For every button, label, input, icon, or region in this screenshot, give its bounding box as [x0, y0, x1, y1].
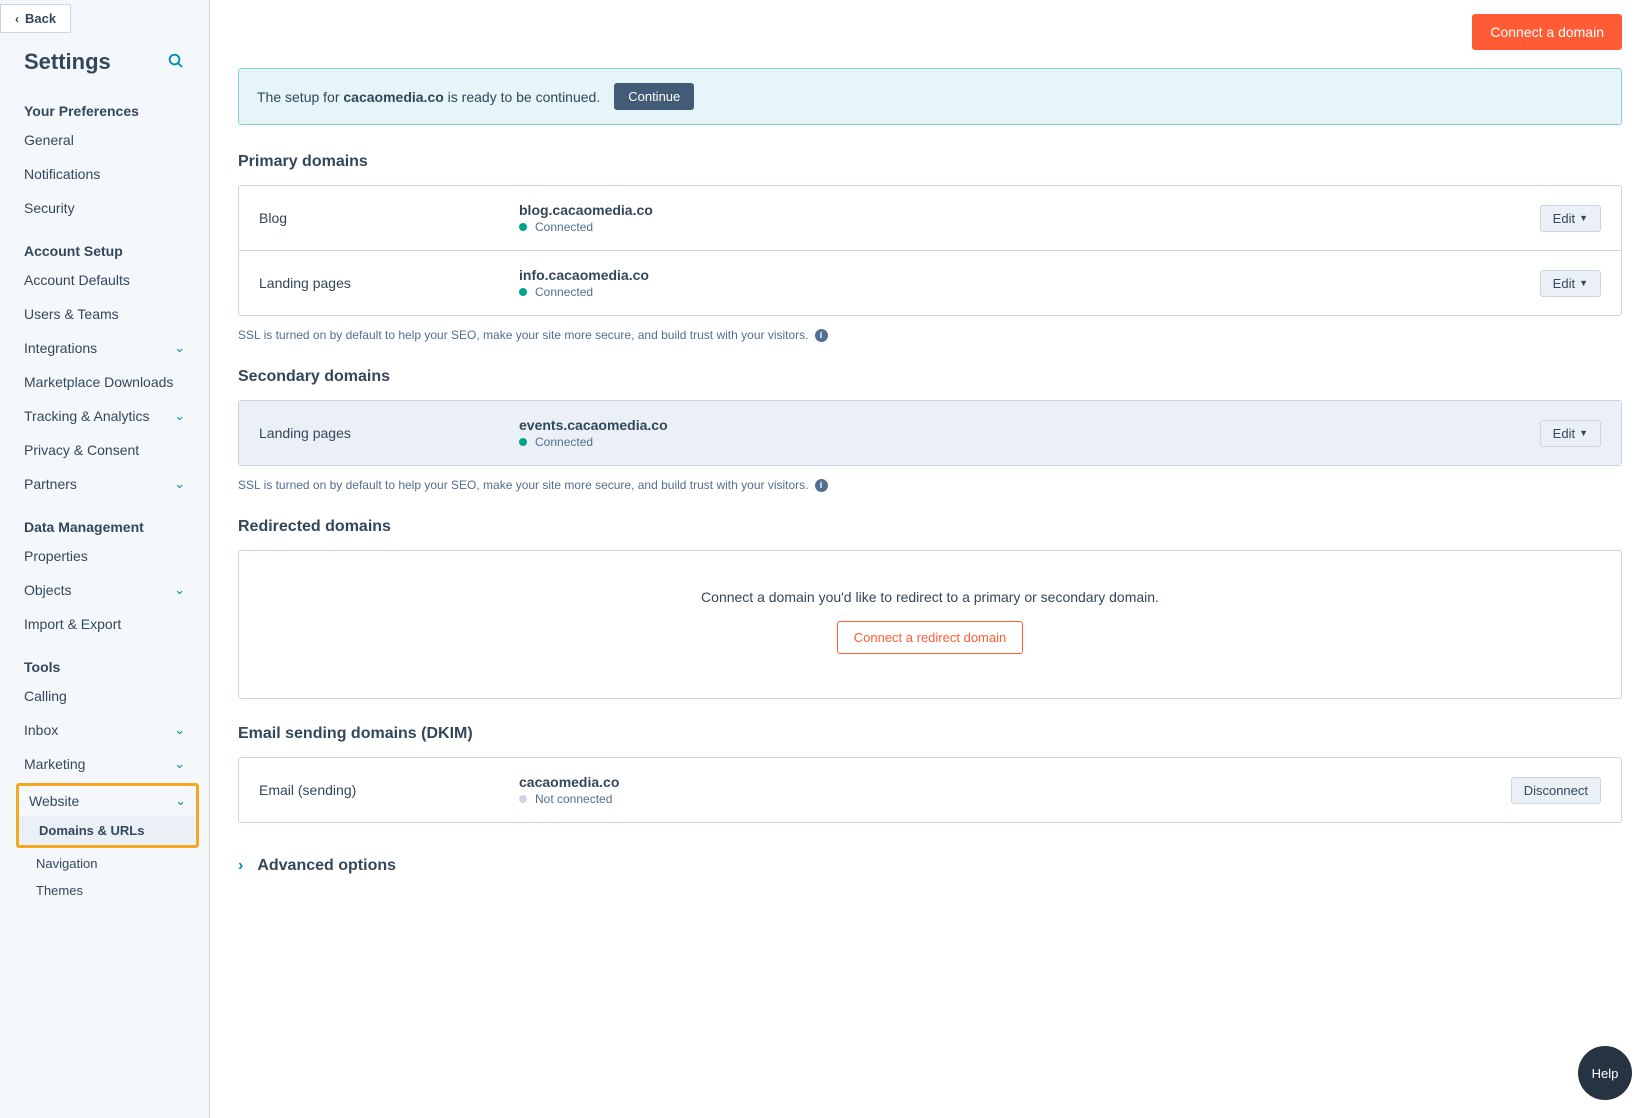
chevron-down-icon: ⌄	[175, 793, 186, 809]
secondary-domains-panel: Landing pages events.cacaomedia.co Conne…	[238, 400, 1622, 466]
search-icon[interactable]	[167, 52, 185, 73]
nav-calling[interactable]: Calling	[0, 679, 209, 713]
status-dot-icon	[519, 795, 527, 803]
edit-domain-button[interactable]: Edit▼	[1540, 270, 1601, 297]
nav-marketplace-downloads[interactable]: Marketplace Downloads	[0, 365, 209, 399]
domain-row: Landing pages events.cacaomedia.co Conne…	[239, 401, 1621, 465]
nav-marketing[interactable]: Marketing⌄	[0, 747, 209, 781]
edit-domain-button[interactable]: Edit▼	[1540, 205, 1601, 232]
row-type-label: Landing pages	[259, 425, 509, 441]
nav-users-teams[interactable]: Users & Teams	[0, 297, 209, 331]
nav-section-data-management: Data Management	[0, 501, 209, 539]
nav-privacy-consent[interactable]: Privacy & Consent	[0, 433, 209, 467]
ssl-helper-text: SSL is turned on by default to help your…	[238, 478, 1622, 492]
chevron-down-icon: ⌄	[174, 722, 185, 738]
nav-navigation[interactable]: Navigation	[0, 850, 209, 877]
nav-inbox[interactable]: Inbox⌄	[0, 713, 209, 747]
nav-account-defaults[interactable]: Account Defaults	[0, 263, 209, 297]
back-button[interactable]: ‹ Back	[0, 4, 71, 33]
settings-sidebar: ‹ Back Settings Your Preferences General…	[0, 0, 210, 1118]
nav-tracking-analytics[interactable]: Tracking & Analytics⌄	[0, 399, 209, 433]
connect-domain-button[interactable]: Connect a domain	[1472, 14, 1622, 50]
chevron-down-icon: ⌄	[174, 756, 185, 772]
help-fab-button[interactable]: Help	[1578, 1046, 1632, 1100]
row-type-label: Blog	[259, 210, 509, 226]
nav-notifications[interactable]: Notifications	[0, 157, 209, 191]
status-text: Not connected	[535, 792, 612, 806]
nav-section-tools: Tools	[0, 641, 209, 679]
caret-down-icon: ▼	[1579, 278, 1588, 288]
status-dot-icon	[519, 288, 527, 296]
nav-section-account-setup: Account Setup	[0, 225, 209, 263]
domain-row: Email (sending) cacaomedia.co Not connec…	[239, 758, 1621, 822]
chevron-down-icon: ⌄	[174, 476, 185, 492]
page-title: Settings	[24, 49, 111, 75]
caret-down-icon: ▼	[1579, 213, 1588, 223]
chevron-down-icon: ⌄	[174, 582, 185, 598]
caret-down-icon: ▼	[1579, 428, 1588, 438]
redirected-empty-text: Connect a domain you'd like to redirect …	[259, 589, 1601, 605]
row-domain-name: cacaomedia.co	[519, 774, 1501, 790]
connect-redirect-domain-button[interactable]: Connect a redirect domain	[837, 621, 1023, 654]
nav-properties[interactable]: Properties	[0, 539, 209, 573]
secondary-domains-heading: Secondary domains	[238, 368, 1622, 386]
row-domain-name: blog.cacaomedia.co	[519, 202, 1530, 218]
status-dot-icon	[519, 223, 527, 231]
main-content: Connect a domain The setup for cacaomedi…	[210, 0, 1650, 1118]
nav-website[interactable]: Website⌄	[19, 786, 196, 816]
nav-domains-urls[interactable]: Domains & URLs	[19, 816, 196, 845]
nav-objects[interactable]: Objects⌄	[0, 573, 209, 607]
advanced-options-toggle[interactable]: › Advanced options	[238, 857, 1622, 875]
redirected-domains-panel: Connect a domain you'd like to redirect …	[238, 550, 1622, 699]
banner-text: The setup for cacaomedia.co is ready to …	[257, 89, 600, 105]
nav-section-preferences: Your Preferences	[0, 85, 209, 123]
edit-domain-button[interactable]: Edit▼	[1540, 420, 1601, 447]
row-domain-name: events.cacaomedia.co	[519, 417, 1530, 433]
chevron-down-icon: ⌄	[174, 340, 185, 356]
chevron-right-icon: ›	[238, 857, 243, 875]
status-dot-icon	[519, 438, 527, 446]
domain-row: Landing pages info.cacaomedia.co Connect…	[239, 251, 1621, 315]
website-highlight-box: Website⌄ Domains & URLs	[16, 783, 199, 848]
email-domains-panel: Email (sending) cacaomedia.co Not connec…	[238, 757, 1622, 823]
chevron-down-icon: ⌄	[174, 408, 185, 424]
redirected-domains-heading: Redirected domains	[238, 518, 1622, 536]
row-domain-name: info.cacaomedia.co	[519, 267, 1530, 283]
info-icon[interactable]: i	[815, 329, 828, 342]
continue-setup-button[interactable]: Continue	[614, 83, 694, 110]
ssl-helper-text: SSL is turned on by default to help your…	[238, 328, 1622, 342]
nav-partners[interactable]: Partners⌄	[0, 467, 209, 501]
setup-continue-banner: The setup for cacaomedia.co is ready to …	[238, 68, 1622, 125]
chevron-left-icon: ‹	[15, 12, 19, 26]
status-text: Connected	[535, 285, 593, 299]
row-type-label: Email (sending)	[259, 782, 509, 798]
nav-general[interactable]: General	[0, 123, 209, 157]
status-text: Connected	[535, 435, 593, 449]
nav-import-export[interactable]: Import & Export	[0, 607, 209, 641]
primary-domains-heading: Primary domains	[238, 153, 1622, 171]
back-label: Back	[25, 11, 56, 26]
status-text: Connected	[535, 220, 593, 234]
nav-integrations[interactable]: Integrations⌄	[0, 331, 209, 365]
email-domains-heading: Email sending domains (DKIM)	[238, 725, 1622, 743]
nav-themes[interactable]: Themes	[0, 877, 209, 904]
primary-domains-panel: Blog blog.cacaomedia.co Connected Edit▼ …	[238, 185, 1622, 316]
domain-row: Blog blog.cacaomedia.co Connected Edit▼	[239, 186, 1621, 251]
row-type-label: Landing pages	[259, 275, 509, 291]
disconnect-domain-button[interactable]: Disconnect	[1511, 777, 1601, 804]
nav-security[interactable]: Security	[0, 191, 209, 225]
info-icon[interactable]: i	[815, 479, 828, 492]
advanced-options-label: Advanced options	[257, 857, 396, 875]
